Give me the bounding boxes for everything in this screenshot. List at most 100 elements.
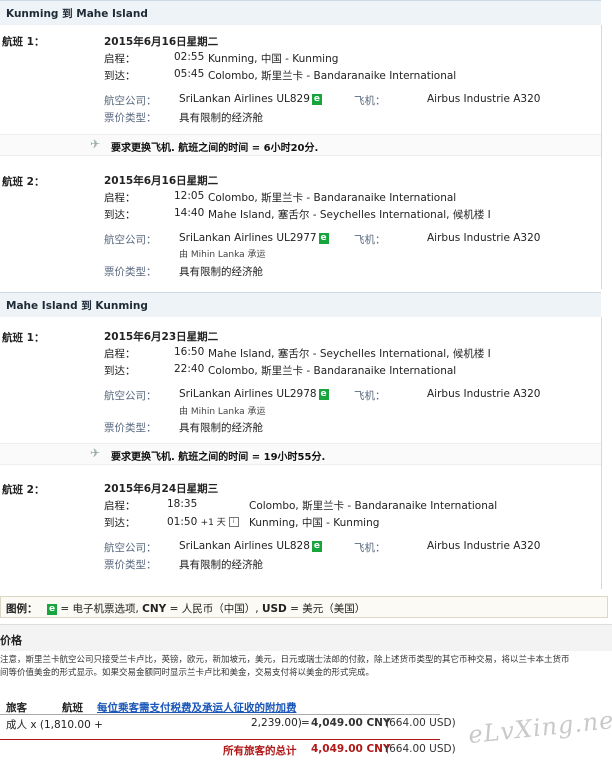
arrive-label: 到达：: [104, 70, 136, 82]
legend-cny-text: = 人民币（中国）,: [169, 603, 259, 615]
table-divider: [0, 714, 440, 715]
taxes-fees: 2,239.00): [251, 717, 302, 729]
fare-type: 具有限制的经济舱: [179, 559, 263, 571]
operated-by: 由 Mihin Lanka 承运: [179, 250, 266, 260]
arrive-time-group: 01:50 +1 天i: [167, 515, 239, 528]
airline-info: SriLankan Airlines UL828 e: [179, 540, 322, 552]
legend-content: e = 电子机票选项, CNY = 人民币（中国）, USD = 美元（美国）: [45, 601, 365, 616]
eticket-icon: e: [318, 232, 329, 244]
airline-info: SriLankan Airlines UL2977 e: [179, 232, 329, 244]
eticket-icon: e: [47, 603, 57, 615]
arrive-place: Colombo, 斯里兰卡 - Bandaranaike Internation…: [208, 365, 457, 377]
airline-name: SriLankan Airlines UL2977: [179, 232, 317, 244]
fare-type: 具有限制的经济舱: [179, 422, 263, 434]
fare-type: 具有限制的经济舱: [179, 112, 263, 124]
grand-total-label: 所有旅客的总计: [223, 745, 297, 757]
passenger-fare: 成人 x (1,810.00 +: [6, 719, 103, 731]
airline-name: SriLankan Airlines UL828: [179, 540, 310, 552]
layover-notice: ✈ 要求更换飞机. 航班之间的时间 = 6小时20分.: [0, 134, 601, 156]
section-title: Kunming 到 Mahe Island: [6, 8, 148, 20]
arrive-label: 到达：: [104, 209, 136, 221]
eticket-icon: e: [311, 540, 322, 552]
equals-sign: =: [301, 717, 310, 729]
next-day-indicator: +1 天: [200, 518, 226, 528]
fare-type: 具有限制的经济舱: [179, 266, 263, 278]
aircraft-label: 飞机：: [354, 390, 386, 402]
eticket-icon: e: [318, 388, 329, 400]
flight-label: 航班 2：: [2, 176, 45, 188]
aircraft-label: 飞机：: [354, 95, 386, 107]
arrive-time: 14:40: [174, 207, 205, 219]
aircraft-type: Airbus Industrie A320: [427, 540, 541, 552]
airline-info: SriLankan Airlines UL2978 e: [179, 388, 329, 400]
flight-label: 航班 1：: [2, 332, 45, 344]
depart-label: 启程：: [104, 192, 136, 204]
legend-e-text: = 电子机票选项,: [60, 603, 139, 615]
airplane-icon: ✈: [90, 137, 101, 151]
flight-label: 航班 2：: [2, 484, 45, 496]
depart-time: 18:35: [167, 498, 198, 510]
airline-label: 航空公司：: [104, 95, 157, 107]
flight-label: 航班 1：: [2, 36, 45, 48]
fees-link[interactable]: 每位乘客需支付税费及承运人征收的附加费: [97, 700, 297, 715]
layover-text: 要求更换飞机. 航班之间的时间 = 6小时20分.: [111, 143, 319, 154]
aircraft-label: 飞机：: [354, 234, 386, 246]
depart-time: 02:55: [174, 51, 205, 63]
currency-note: 注意，斯里兰卡航空公司只接受兰卡卢比，英镑，欧元，新加坡元，美元，日元或瑞士法郎…: [0, 654, 612, 680]
col-flight: 航班: [62, 702, 83, 714]
aircraft-type: Airbus Industrie A320: [427, 93, 541, 105]
flight-date: 2015年6月24日星期三: [104, 483, 219, 495]
arrive-place: Mahe Island, 塞舌尔 - Seychelles Internatio…: [208, 209, 491, 221]
fare-label: 票价类型：: [104, 559, 157, 571]
depart-time: 12:05: [174, 190, 205, 202]
arrive-time: 05:45: [174, 68, 205, 80]
section-header-return: Mahe Island 到 Kunming: [0, 292, 601, 318]
layover-text: 要求更换飞机. 航班之间的时间 = 19小时55分.: [111, 452, 326, 463]
airline-label: 航空公司：: [104, 390, 157, 402]
price-title: 价格: [0, 634, 22, 647]
aircraft-type: Airbus Industrie A320: [427, 232, 541, 244]
watermark: eLvXing.net: [466, 704, 612, 750]
legend-label: 图例：: [6, 603, 38, 615]
legend-bar: 图例： e = 电子机票选项, CNY = 人民币（中国）, USD = 美元（…: [0, 596, 608, 618]
total-divider: [0, 739, 440, 740]
arrive-time: 22:40: [174, 363, 205, 375]
row-total: 4,049.00 CNY: [311, 717, 391, 729]
section-header-outbound: Kunming 到 Mahe Island: [0, 0, 601, 26]
note-line: 间等价值美金的形式显示。如果交易金额同时显示兰卡卢比和美金，交易支付将以美金的形…: [0, 668, 375, 678]
arrive-place: Kunming, 中国 - Kunming: [249, 517, 380, 529]
legend-usd-text: = 美元（美国）: [290, 603, 366, 615]
info-icon[interactable]: i: [228, 517, 239, 527]
fare-label: 票价类型：: [104, 422, 157, 434]
operated-by: 由 Mihin Lanka 承运: [179, 407, 266, 417]
section-title: Mahe Island 到 Kunming: [6, 300, 148, 312]
arrive-time: 01:50: [167, 516, 198, 528]
flight-date: 2015年6月16日星期二: [104, 36, 219, 48]
depart-place: Colombo, 斯里兰卡 - Bandaranaike Internation…: [208, 192, 457, 204]
depart-place: Mahe Island, 塞舌尔 - Seychelles Internatio…: [208, 348, 491, 360]
aircraft-type: Airbus Industrie A320: [427, 388, 541, 400]
airplane-icon: ✈: [90, 446, 101, 460]
layover-notice: ✈ 要求更换飞机. 航班之间的时间 = 19小时55分.: [0, 443, 601, 465]
row-usd: (664.00 USD): [385, 717, 456, 729]
arrive-label: 到达：: [104, 517, 136, 529]
fare-label: 票价类型：: [104, 112, 157, 124]
depart-place: Kunming, 中国 - Kunming: [208, 53, 339, 65]
legend-cny-code: CNY: [142, 603, 167, 615]
depart-label: 启程：: [104, 500, 136, 512]
depart-place: Colombo, 斯里兰卡 - Bandaranaike Internation…: [249, 500, 498, 512]
airline-name: SriLankan Airlines UL2978: [179, 388, 317, 400]
flight-date: 2015年6月23日星期二: [104, 331, 219, 343]
airline-info: SriLankan Airlines UL829 e: [179, 93, 322, 105]
airline-label: 航空公司：: [104, 234, 157, 246]
depart-time: 16:50: [174, 346, 205, 358]
legend-usd-code: USD: [261, 603, 287, 615]
airline-label: 航空公司：: [104, 542, 157, 554]
aircraft-label: 飞机：: [354, 542, 386, 554]
depart-label: 启程：: [104, 53, 136, 65]
col-passenger: 旅客: [6, 702, 27, 714]
flight-date: 2015年6月16日星期二: [104, 175, 219, 187]
fare-label: 票价类型：: [104, 266, 157, 278]
arrive-place: Colombo, 斯里兰卡 - Bandaranaike Internation…: [208, 70, 457, 82]
depart-label: 启程：: [104, 348, 136, 360]
